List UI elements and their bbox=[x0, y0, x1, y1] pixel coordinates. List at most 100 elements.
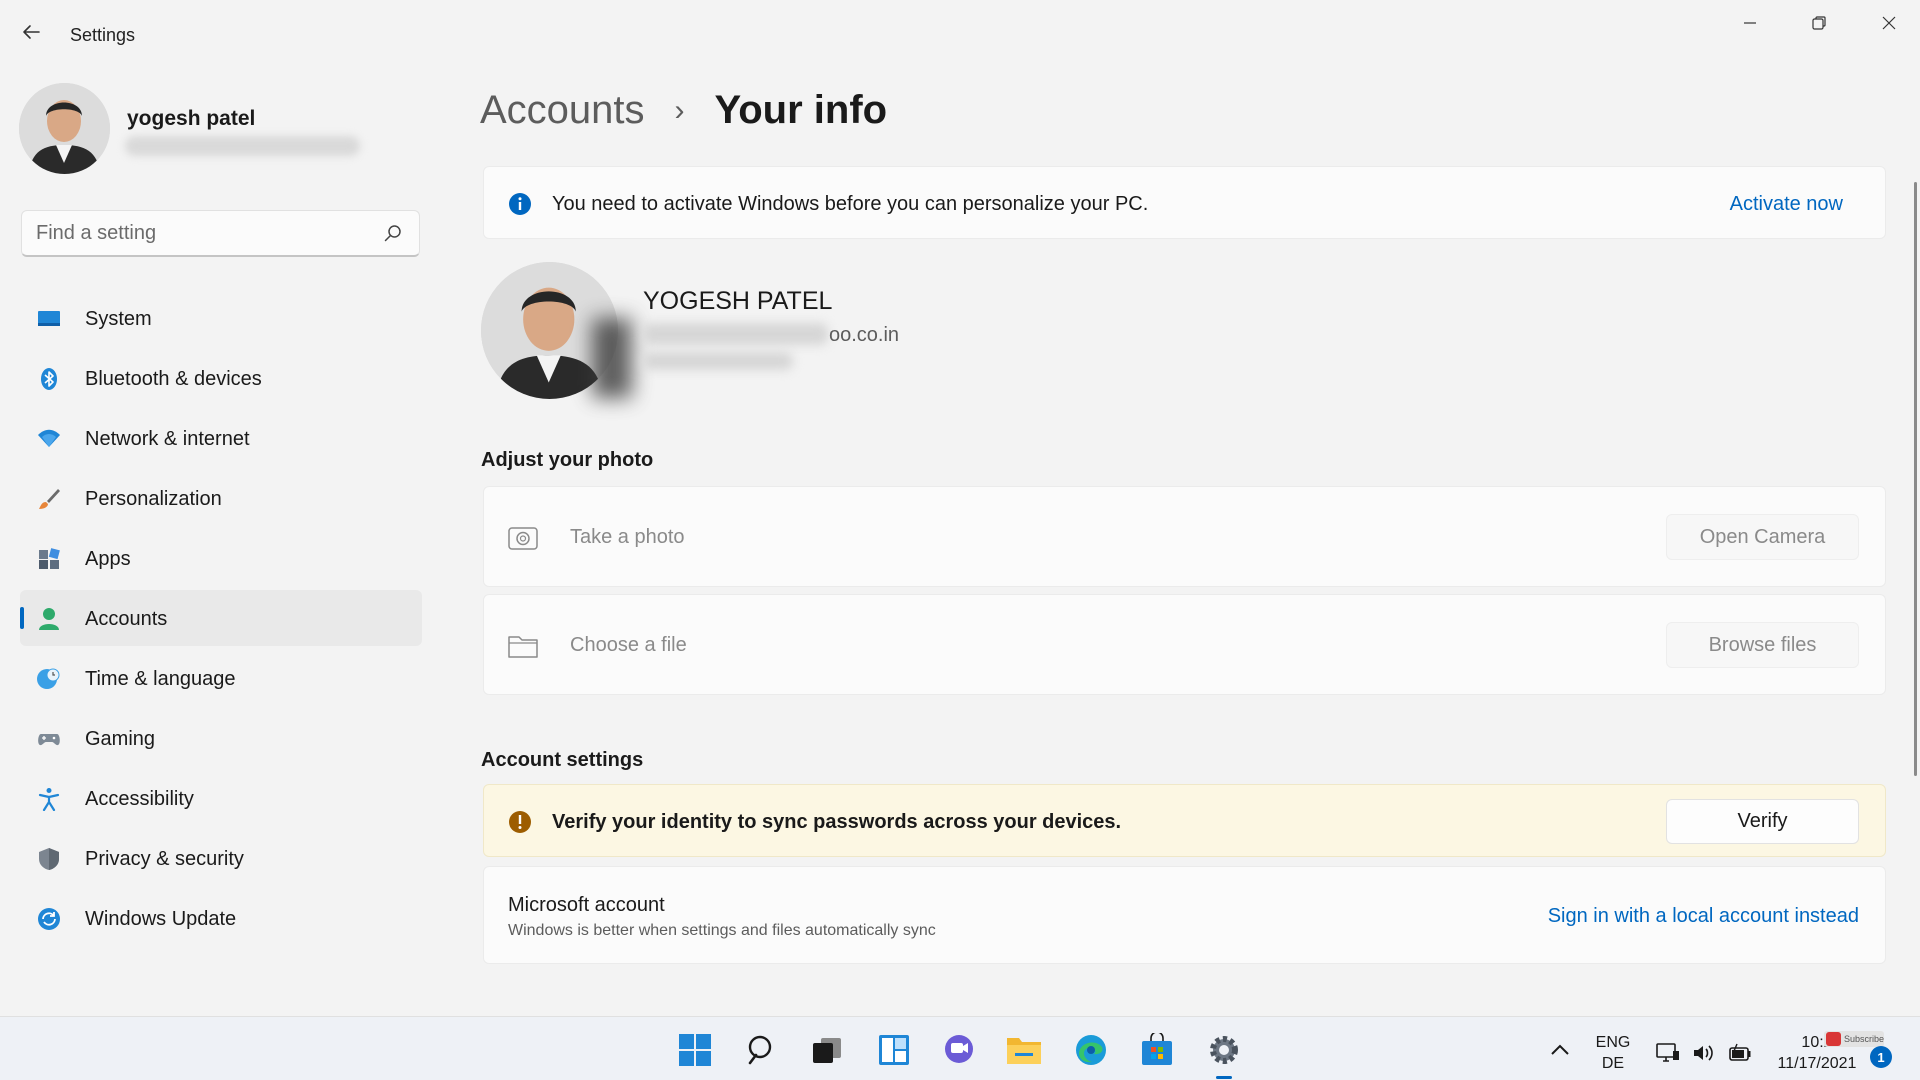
store-icon[interactable] bbox=[1138, 1031, 1176, 1069]
update-icon bbox=[36, 906, 62, 932]
keyboard-layout: DE bbox=[1601, 1055, 1625, 1072]
search-icon[interactable] bbox=[743, 1031, 781, 1069]
sidebar-item-label: Time & language bbox=[85, 668, 236, 690]
verify-button[interactable]: Verify bbox=[1666, 799, 1859, 844]
chat-icon[interactable] bbox=[940, 1031, 978, 1069]
subscribe-text: Subscribe bbox=[1843, 1034, 1884, 1044]
settings-gear-icon[interactable] bbox=[1205, 1031, 1243, 1069]
restore-button[interactable] bbox=[1796, 10, 1842, 36]
search-box[interactable] bbox=[21, 210, 420, 257]
sidebar-item-label: System bbox=[85, 308, 152, 330]
camera-icon bbox=[508, 527, 538, 550]
info-icon bbox=[509, 193, 531, 215]
sidebar-item-bluetooth[interactable]: Bluetooth & devices bbox=[20, 350, 422, 406]
sidebar-item-accessibility[interactable]: Accessibility bbox=[20, 770, 422, 826]
clock-date: 11/17/2021 bbox=[1777, 1055, 1857, 1072]
edge-icon[interactable] bbox=[1072, 1031, 1110, 1069]
chevron-right-icon: › bbox=[674, 93, 685, 127]
sidebar-item-label: Accounts bbox=[85, 608, 168, 630]
notification-badge[interactable]: 1 bbox=[1870, 1046, 1892, 1068]
scrollbar[interactable] bbox=[1914, 182, 1917, 776]
sidebar-item-label: Accessibility bbox=[85, 788, 194, 810]
person-icon bbox=[36, 606, 62, 632]
wifi-icon bbox=[36, 426, 62, 452]
sidebar-item-label: Personalization bbox=[85, 488, 222, 510]
open-camera-button[interactable]: Open Camera bbox=[1666, 514, 1859, 560]
user-email: oo.co.in bbox=[829, 324, 900, 346]
take-photo-label: Take a photo bbox=[570, 526, 685, 548]
sidebar-nav: System Bluetooth & devices Network & int… bbox=[20, 290, 422, 950]
shield-icon bbox=[36, 846, 62, 872]
search-input[interactable] bbox=[36, 211, 376, 255]
play-icon bbox=[1826, 1032, 1841, 1046]
windows-start-icon[interactable] bbox=[676, 1031, 714, 1069]
sidebar-item-label: Apps bbox=[85, 548, 131, 570]
close-icon bbox=[1882, 16, 1896, 30]
accessibility-icon bbox=[36, 786, 62, 812]
minimize-button[interactable] bbox=[1727, 10, 1773, 36]
microsoft-account-title: Microsoft account bbox=[508, 894, 665, 916]
sidebar-item-apps[interactable]: Apps bbox=[20, 530, 422, 586]
local-account-link[interactable]: Sign in with a local account instead bbox=[1548, 905, 1859, 928]
active-app-indicator bbox=[1216, 1076, 1232, 1079]
language-indicator[interactable]: ENG DE bbox=[1590, 1032, 1636, 1074]
search-icon[interactable] bbox=[383, 223, 403, 243]
profile-name: yogesh patel bbox=[127, 107, 256, 130]
account-settings-heading: Account settings bbox=[481, 749, 644, 771]
folder-icon bbox=[508, 636, 538, 658]
choose-file-label: Choose a file bbox=[570, 634, 687, 656]
sidebar-item-gaming[interactable]: Gaming bbox=[20, 710, 422, 766]
file-explorer-icon[interactable] bbox=[1005, 1031, 1043, 1069]
close-button[interactable] bbox=[1866, 10, 1912, 36]
sidebar-item-personalization[interactable]: Personalization bbox=[20, 470, 422, 526]
widgets-icon[interactable] bbox=[875, 1031, 913, 1069]
back-button[interactable] bbox=[18, 22, 44, 48]
photo-redaction bbox=[592, 318, 632, 398]
bluetooth-icon bbox=[36, 366, 62, 392]
chevron-up-icon[interactable] bbox=[1548, 1041, 1572, 1059]
activation-banner: You need to activate Windows before you … bbox=[483, 166, 1886, 239]
take-photo-row: Take a photo Open Camera bbox=[483, 486, 1886, 587]
adjust-photo-heading: Adjust your photo bbox=[481, 449, 654, 471]
volume-icon[interactable] bbox=[1692, 1042, 1716, 1064]
sidebar-item-label: Bluetooth & devices bbox=[85, 368, 262, 390]
minimize-icon bbox=[1744, 22, 1756, 24]
user-extra-redacted bbox=[643, 352, 793, 370]
profile-email-redacted bbox=[125, 136, 360, 156]
globe-clock-icon bbox=[36, 666, 62, 692]
sidebar-item-label: Gaming bbox=[85, 728, 156, 750]
subscribe-overlay: Subscribe bbox=[1824, 1031, 1884, 1047]
breadcrumb-parent[interactable]: Accounts bbox=[480, 88, 645, 133]
sidebar-item-time-language[interactable]: Time & language bbox=[20, 650, 422, 706]
system-monitor-icon bbox=[36, 306, 62, 332]
activate-now-link[interactable]: Activate now bbox=[1730, 193, 1843, 216]
user-email-redacted bbox=[643, 323, 828, 345]
person-silhouette-icon bbox=[19, 83, 110, 174]
language-code: ENG bbox=[1595, 1034, 1631, 1051]
breadcrumb: Accounts › Your info bbox=[480, 88, 887, 133]
battery-icon[interactable] bbox=[1728, 1042, 1752, 1064]
sidebar-item-system[interactable]: System bbox=[20, 290, 422, 346]
microsoft-account-subtitle: Windows is better when settings and file… bbox=[508, 922, 936, 939]
microsoft-account-card: Microsoft account Windows is better when… bbox=[483, 866, 1886, 964]
sidebar-item-network[interactable]: Network & internet bbox=[20, 410, 422, 466]
sidebar-item-label: Network & internet bbox=[85, 428, 250, 450]
verify-identity-banner: Verify your identity to sync passwords a… bbox=[483, 784, 1886, 857]
user-display-name: YOGESH PATEL bbox=[643, 287, 833, 315]
sidebar-item-privacy-security[interactable]: Privacy & security bbox=[20, 830, 422, 886]
display-network-icon[interactable] bbox=[1656, 1042, 1680, 1064]
sidebar-item-label: Windows Update bbox=[85, 908, 237, 930]
profile-avatar[interactable] bbox=[19, 83, 110, 174]
browse-files-button[interactable]: Browse files bbox=[1666, 622, 1859, 668]
title-bar: Settings bbox=[0, 0, 1920, 70]
gamepad-icon bbox=[36, 726, 62, 752]
sidebar-item-accounts[interactable]: Accounts bbox=[20, 590, 422, 646]
apps-icon bbox=[36, 546, 62, 572]
page-title: Your info bbox=[714, 88, 888, 132]
sidebar-item-label: Privacy & security bbox=[85, 848, 244, 870]
sidebar-item-windows-update[interactable]: Windows Update bbox=[20, 890, 422, 946]
warning-icon bbox=[509, 811, 531, 833]
paintbrush-icon bbox=[36, 486, 62, 512]
task-view-icon[interactable] bbox=[808, 1031, 846, 1069]
activation-message: You need to activate Windows before you … bbox=[552, 193, 1149, 215]
